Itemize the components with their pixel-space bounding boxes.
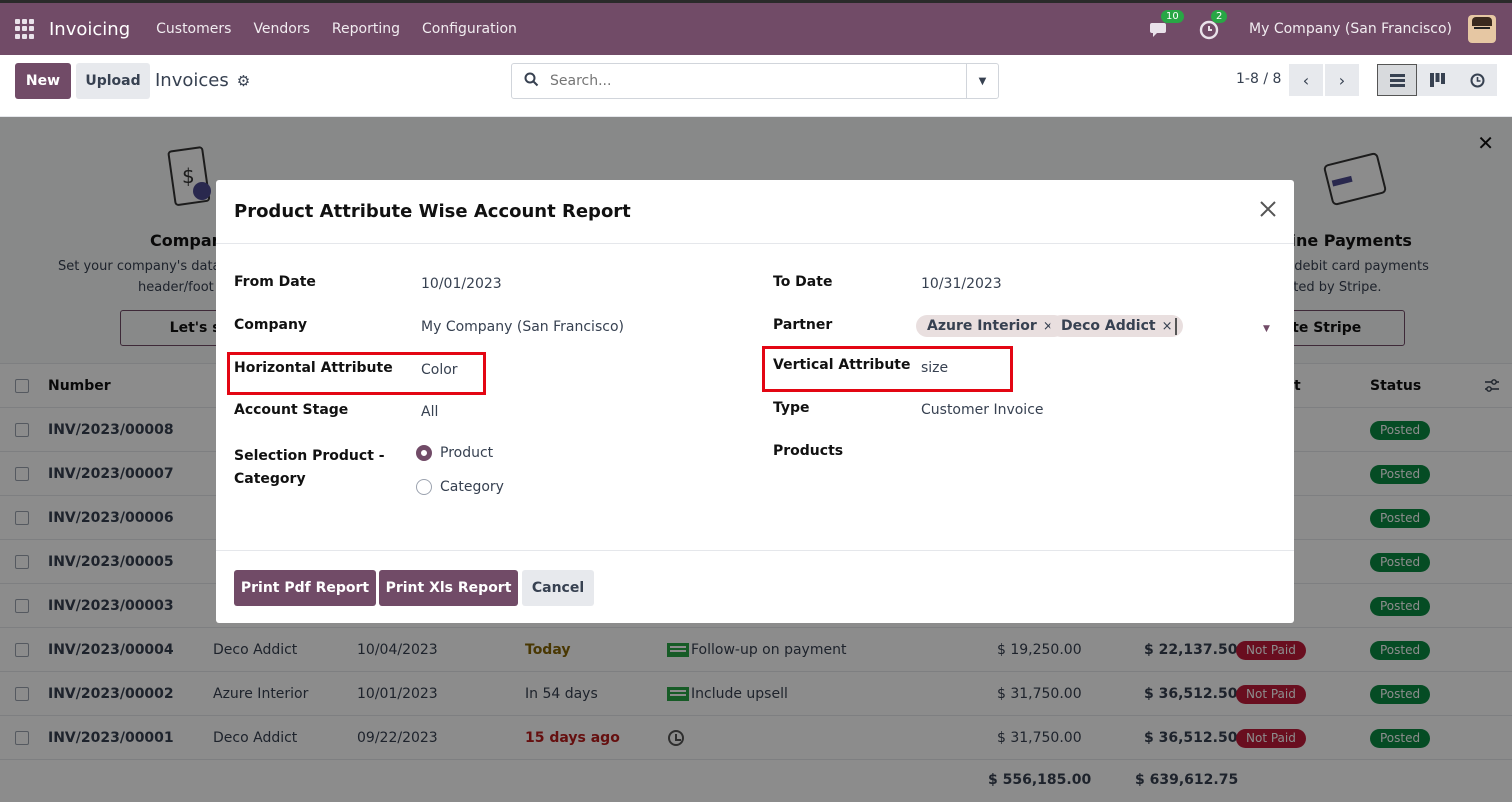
top-navbar: Invoicing Customers Vendors Reporting Co… xyxy=(0,0,1512,55)
new-button[interactable]: New xyxy=(15,63,71,99)
chat-icon[interactable]: 10 xyxy=(1149,10,1184,40)
print-pdf-button[interactable]: Print Pdf Report xyxy=(234,570,376,606)
partner-tag: Deco Addict × xyxy=(1050,315,1184,337)
remove-tag-icon[interactable]: × xyxy=(1162,319,1173,334)
account-stage-label: Account Stage xyxy=(234,402,349,418)
user-avatar[interactable] xyxy=(1468,15,1496,43)
type-field[interactable]: Customer Invoice xyxy=(921,402,1044,418)
upload-button[interactable]: Upload xyxy=(76,63,150,99)
print-xls-button[interactable]: Print Xls Report xyxy=(379,570,518,606)
gear-icon[interactable]: ⚙ xyxy=(237,72,250,90)
company-field[interactable]: My Company (San Francisco) xyxy=(421,319,624,335)
partner-label: Partner xyxy=(773,317,833,333)
pager-previous-icon[interactable]: ‹ xyxy=(1289,64,1323,96)
search-icon xyxy=(512,72,550,91)
highlight-box xyxy=(762,346,1013,392)
company-label: Company xyxy=(234,317,308,333)
menu-customers[interactable]: Customers xyxy=(156,21,231,37)
menu-vendors[interactable]: Vendors xyxy=(253,21,309,37)
kanban-view-icon[interactable] xyxy=(1417,64,1457,96)
radio-product-label[interactable]: Product xyxy=(440,445,493,461)
activity-count-badge: 2 xyxy=(1211,10,1228,23)
partner-input-caret[interactable] xyxy=(1175,318,1177,335)
company-switcher[interactable]: My Company (San Francisco) xyxy=(1249,21,1452,37)
chat-count-badge: 10 xyxy=(1161,10,1184,23)
type-label: Type xyxy=(773,400,810,416)
partner-dropdown-icon[interactable]: ▼ xyxy=(1263,324,1270,334)
menu-configuration[interactable]: Configuration xyxy=(422,21,517,37)
activity-view-icon[interactable] xyxy=(1457,64,1497,96)
radio-product[interactable] xyxy=(416,445,432,461)
activity-clock-icon[interactable]: 2 xyxy=(1199,10,1228,40)
search-input[interactable] xyxy=(550,73,960,89)
cancel-button[interactable]: Cancel xyxy=(522,570,594,606)
dialog-title: Product Attribute Wise Account Report xyxy=(234,201,631,222)
dialog-footer: Print Pdf Report Print Xls Report Cancel xyxy=(216,550,1294,623)
pager-next-icon[interactable]: › xyxy=(1325,64,1359,96)
menu-reporting[interactable]: Reporting xyxy=(332,21,400,37)
report-wizard-dialog: Product Attribute Wise Account Report Fr… xyxy=(216,180,1294,623)
radio-category-label[interactable]: Category xyxy=(440,479,504,495)
products-label: Products xyxy=(773,443,844,459)
close-icon[interactable] xyxy=(1258,198,1278,224)
from-date-label: From Date xyxy=(234,274,316,290)
highlight-box xyxy=(227,352,486,395)
pager-value[interactable]: 1-8 / 8 xyxy=(1236,71,1281,87)
account-stage-field[interactable]: All xyxy=(421,404,438,420)
list-view-icon[interactable] xyxy=(1377,64,1417,96)
app-name[interactable]: Invoicing xyxy=(49,19,130,40)
selection-label: Selection Product - Category xyxy=(234,448,385,487)
apps-grid-icon[interactable] xyxy=(15,19,35,39)
from-date-field[interactable]: 10/01/2023 xyxy=(421,276,502,292)
search-bar: ▼ xyxy=(511,63,999,99)
dialog-header: Product Attribute Wise Account Report xyxy=(216,180,1294,244)
partner-tag: Azure Interior × xyxy=(916,315,1065,337)
radio-category[interactable] xyxy=(416,479,432,495)
control-panel: New Upload Invoices ⚙ ▼ 1-8 / 8 ‹ › xyxy=(0,55,1512,117)
to-date-label: To Date xyxy=(773,274,833,290)
to-date-field[interactable]: 10/31/2023 xyxy=(921,276,1002,292)
search-options-toggle-icon[interactable]: ▼ xyxy=(966,64,998,98)
page-title: Invoices ⚙ xyxy=(155,70,250,91)
breadcrumb-title: Invoices xyxy=(155,70,229,91)
